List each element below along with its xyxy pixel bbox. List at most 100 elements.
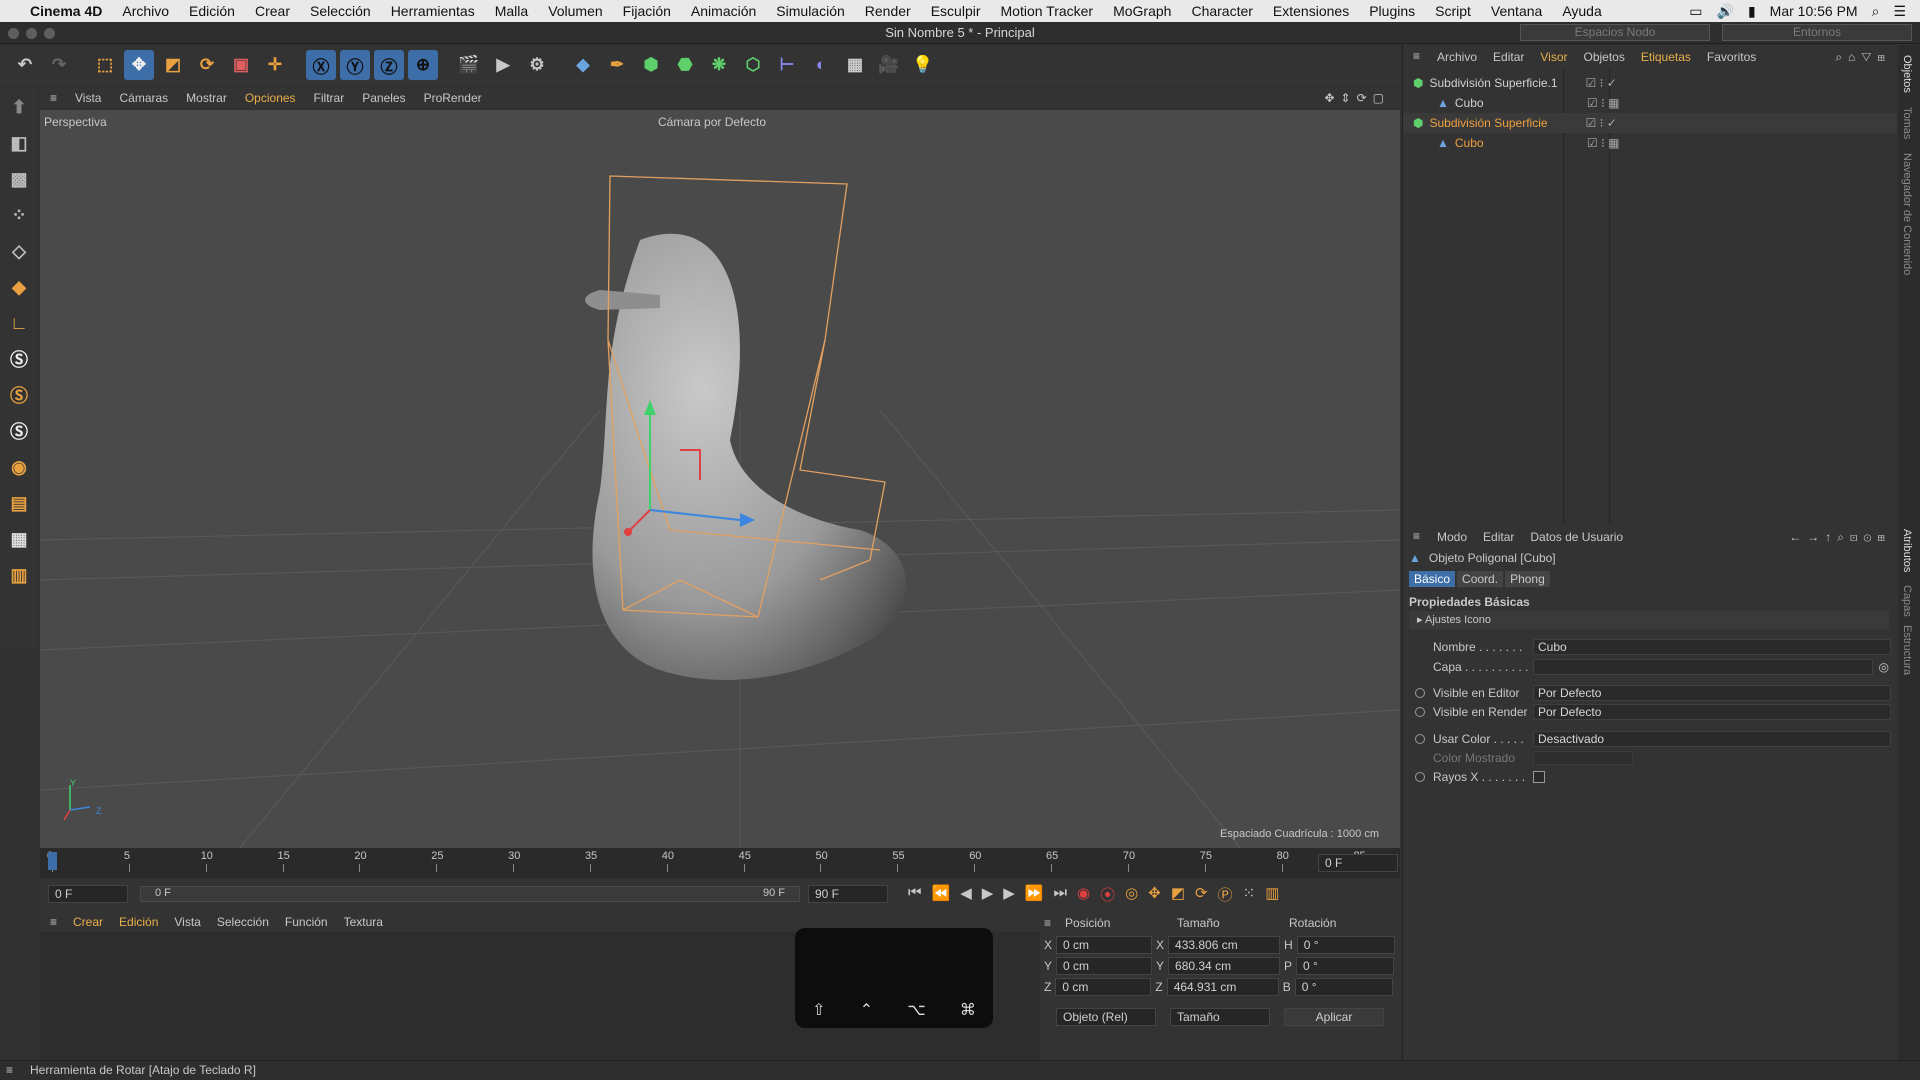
- coordinate-system-icon[interactable]: ⊕: [408, 50, 438, 80]
- menu-fijacion[interactable]: Fijación: [613, 3, 681, 19]
- menu-ayuda[interactable]: Ayuda: [1552, 3, 1611, 19]
- model-mode-icon[interactable]: ◧: [5, 128, 33, 158]
- cube-primitive-icon[interactable]: ◆: [568, 50, 598, 80]
- array-icon[interactable]: ⬡: [738, 50, 768, 80]
- coords-rot-field[interactable]: 0 °: [1296, 936, 1395, 954]
- material-menu-textura[interactable]: Textura: [344, 915, 383, 929]
- workplane-icon[interactable]: ▤: [5, 488, 33, 518]
- menu-archivo[interactable]: Archivo: [112, 3, 179, 19]
- sidetab-navegador[interactable]: Navegador de Contenido: [1901, 153, 1913, 275]
- attr-menu-datos-usuario[interactable]: Datos de Usuario: [1530, 530, 1623, 544]
- quantize-icon[interactable]: ▦: [5, 524, 33, 554]
- object-row[interactable]: ⬢ Subdivisión Superficie ☑ ⁝ ✓: [1403, 113, 1897, 133]
- coords-menu-icon[interactable]: ≡: [1044, 916, 1051, 930]
- subdivision-surface-icon[interactable]: ⬢: [636, 50, 666, 80]
- go-to-start-icon[interactable]: ⏮: [908, 884, 922, 905]
- move-tool-icon[interactable]: ✥: [124, 50, 154, 80]
- attr-nav-icons[interactable]: ←→↑⌕⊡⊙⊞: [1789, 530, 1891, 545]
- viewport-menu-prorender[interactable]: ProRender: [424, 91, 482, 105]
- coords-pos-field[interactable]: 0 cm: [1056, 957, 1153, 975]
- menu-mograph[interactable]: MoGraph: [1103, 3, 1181, 19]
- record-icon[interactable]: ◉: [1077, 884, 1090, 905]
- redo-button[interactable]: ↷: [44, 50, 74, 80]
- coords-size-field[interactable]: 433.806 cm: [1168, 936, 1281, 954]
- current-frame-field[interactable]: 0 F: [1318, 854, 1398, 872]
- prev-frame-icon[interactable]: ◀: [960, 884, 972, 905]
- object-name[interactable]: Subdivisión Superficie.1: [1429, 76, 1575, 90]
- timeline-ruler[interactable]: 051015202530354045505560657075808590 0 F: [40, 848, 1443, 878]
- viewport-nav-icons[interactable]: ✥⇕⟳▢: [1324, 91, 1390, 105]
- recent-tool-icon[interactable]: ▣: [226, 50, 256, 80]
- key-rotation-icon[interactable]: ⟳: [1195, 884, 1208, 905]
- render-settings-icon[interactable]: ⚙: [522, 50, 552, 80]
- texture-mode-icon[interactable]: ▩: [5, 164, 33, 194]
- object-name[interactable]: Cubo: [1455, 96, 1577, 110]
- sidetab-capas[interactable]: Capas: [1901, 585, 1913, 617]
- timeline-window-icon[interactable]: ▥: [1265, 884, 1279, 905]
- coords-size-dropdown[interactable]: Tamaño: [1170, 1008, 1270, 1026]
- light-icon[interactable]: 💡: [908, 50, 938, 80]
- next-key-icon[interactable]: ⏩: [1025, 884, 1044, 905]
- axis-tool-icon[interactable]: ✛: [260, 50, 290, 80]
- coords-rot-field[interactable]: 0 °: [1296, 957, 1395, 975]
- menu-volumen[interactable]: Volumen: [538, 3, 612, 19]
- attr-menu-editar[interactable]: Editar: [1483, 530, 1514, 544]
- coords-pos-field[interactable]: 0 cm: [1056, 936, 1153, 954]
- edges-mode-icon[interactable]: ◇: [5, 236, 33, 266]
- object-name[interactable]: Cubo: [1455, 136, 1577, 150]
- object-row[interactable]: ▲ Cubo ☑ ⁝ ▦: [1403, 93, 1897, 113]
- prop-rayos-x-checkbox[interactable]: [1533, 771, 1545, 783]
- go-to-end-icon[interactable]: ⏭: [1054, 884, 1068, 905]
- menu-app[interactable]: Cinema 4D: [20, 3, 112, 19]
- frame-range-slider[interactable]: 0 F 90 F: [140, 886, 800, 902]
- attr-tab-basico[interactable]: Básico: [1409, 571, 1456, 587]
- material-menu-icon[interactable]: ≡: [50, 915, 57, 929]
- cloner-icon[interactable]: ❋: [704, 50, 734, 80]
- viewport-menu-camaras[interactable]: Cámaras: [119, 91, 168, 105]
- anim-dot-icon[interactable]: [1415, 707, 1425, 717]
- playhead[interactable]: [48, 852, 57, 870]
- snap-icon[interactable]: ◉: [5, 452, 33, 482]
- anim-dot-icon[interactable]: [1415, 734, 1425, 744]
- undo-button[interactable]: ↶: [10, 50, 40, 80]
- solo-off-icon[interactable]: Ⓢ: [5, 416, 33, 446]
- lock-z-icon[interactable]: Ⓩ: [374, 50, 404, 80]
- object-name[interactable]: Subdivisión Superficie: [1429, 116, 1575, 130]
- menu-motion-tracker[interactable]: Motion Tracker: [991, 3, 1104, 19]
- status-menu-icon[interactable]: ≡: [6, 1061, 13, 1079]
- viewport-camera[interactable]: Cámara por Defecto: [658, 115, 766, 129]
- coords-size-field[interactable]: 680.34 cm: [1168, 957, 1281, 975]
- scale-tool-icon[interactable]: ◩: [158, 50, 188, 80]
- coords-rot-field[interactable]: 0 °: [1294, 978, 1393, 996]
- menu-animacion[interactable]: Animación: [681, 3, 766, 19]
- coords-size-field[interactable]: 464.931 cm: [1166, 978, 1279, 996]
- menu-extensiones[interactable]: Extensiones: [1263, 3, 1359, 19]
- menu-seleccion[interactable]: Selección: [300, 3, 381, 19]
- spline-pen-icon[interactable]: ✒: [602, 50, 632, 80]
- camera-icon[interactable]: 🎥: [874, 50, 904, 80]
- object-row[interactable]: ▲ Cubo ☑ ⁝ ▦: [1403, 133, 1897, 153]
- objects-menu-visor[interactable]: Visor: [1540, 50, 1567, 64]
- objects-menu-etiquetas[interactable]: Etiquetas: [1641, 50, 1691, 64]
- sidetab-estructura[interactable]: Estructura: [1901, 625, 1913, 675]
- objects-toolbar-icons[interactable]: ⌕⌂▽⊞: [1835, 50, 1891, 65]
- duck-mesh[interactable]: [585, 233, 907, 680]
- sidetab-atributos[interactable]: Atributos: [1901, 529, 1913, 572]
- volume-icon[interactable]: 🔊: [1717, 3, 1734, 20]
- prop-nombre-field[interactable]: Cubo: [1533, 639, 1891, 655]
- menu-simulacion[interactable]: Simulación: [766, 3, 854, 19]
- objects-menu-editar[interactable]: Editar: [1493, 50, 1524, 64]
- axis-mode-icon[interactable]: ∟: [5, 308, 33, 338]
- minimize-window-button[interactable]: [26, 28, 37, 39]
- menu-character[interactable]: Character: [1181, 3, 1262, 19]
- object-visibility-flags[interactable]: ☑ ⁝ ▦: [1587, 96, 1620, 110]
- prop-capa-field[interactable]: [1533, 659, 1873, 675]
- zoom-window-button[interactable]: [44, 28, 55, 39]
- key-pla-icon[interactable]: ⁙: [1243, 884, 1256, 905]
- sidetab-objetos[interactable]: Objetos: [1901, 55, 1913, 93]
- battery-icon[interactable]: ▮: [1748, 3, 1756, 20]
- objects-menu-favoritos[interactable]: Favoritos: [1707, 50, 1756, 64]
- make-editable-icon[interactable]: ⬆: [5, 92, 33, 122]
- material-menu-crear[interactable]: Crear: [73, 915, 103, 929]
- next-frame-icon[interactable]: ▶︎: [1003, 884, 1015, 905]
